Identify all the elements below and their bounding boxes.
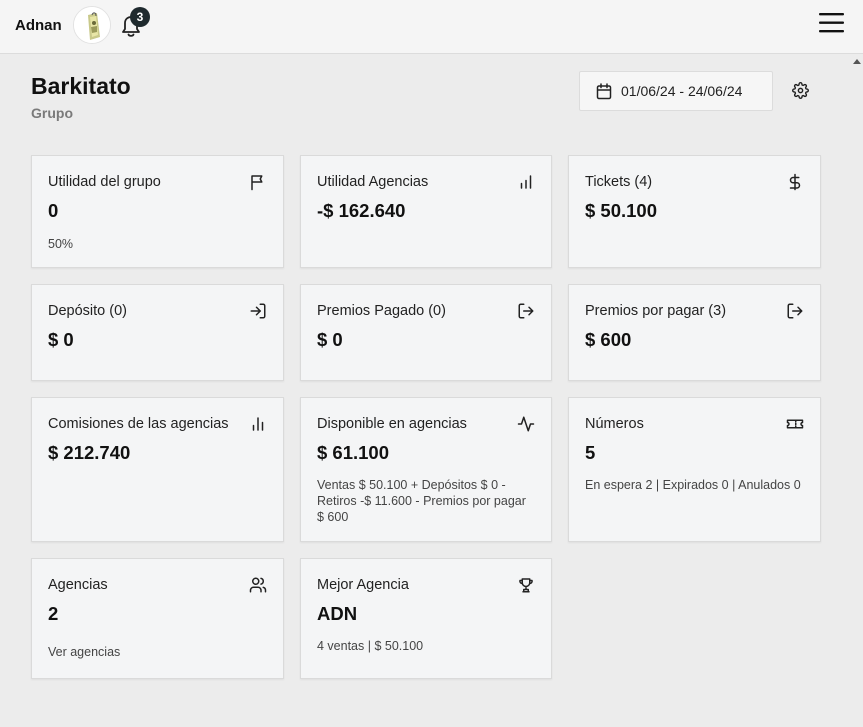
card-title: Números bbox=[585, 416, 644, 432]
card-value: $ 61.100 bbox=[317, 442, 390, 463]
ticket-icon bbox=[786, 415, 804, 433]
card-title: Mejor Agencia bbox=[317, 577, 409, 593]
username: Adnan bbox=[15, 17, 62, 34]
card-utilidad-grupo: Utilidad del grupo 0 50% bbox=[31, 155, 284, 268]
card-note: En espera 2 | Expirados 0 | Anulados 0 bbox=[585, 478, 801, 492]
top-bar: Adnan 3 bbox=[0, 0, 863, 54]
bar-chart-icon bbox=[517, 173, 535, 191]
card-title: Utilidad Agencias bbox=[317, 174, 429, 190]
settings-gear-icon[interactable] bbox=[792, 82, 809, 99]
card-value: $ 0 bbox=[48, 329, 74, 350]
ver-agencias-link[interactable]: Ver agencias bbox=[48, 644, 120, 660]
dollar-icon bbox=[786, 173, 804, 191]
date-range-label: 01/06/24 - 24/06/24 bbox=[621, 83, 743, 99]
card-title: Premios Pagado (0) bbox=[317, 303, 446, 319]
card-value: 5 bbox=[585, 442, 596, 463]
activity-icon bbox=[517, 415, 535, 433]
card-premios-por-pagar: Premios por pagar (3) $ 600 bbox=[568, 284, 821, 381]
notification-count-badge: 3 bbox=[130, 7, 150, 27]
card-value: 2 bbox=[48, 603, 59, 624]
logout-icon bbox=[786, 302, 804, 320]
card-premios-pagado: Premios Pagado (0) $ 0 bbox=[300, 284, 552, 381]
card-disponible: Disponible en agencias $ 61.100 Ventas $… bbox=[300, 397, 552, 542]
flag-icon bbox=[249, 173, 267, 191]
card-value: ADN bbox=[317, 603, 358, 624]
card-utilidad-agencias: Utilidad Agencias -$ 162.640 bbox=[300, 155, 552, 268]
card-value: $ 212.740 bbox=[48, 442, 131, 463]
card-value: -$ 162.640 bbox=[317, 200, 406, 221]
card-note-line: Retiros -$ 11.600 - Premios por pagar bbox=[317, 494, 526, 508]
card-tickets: Tickets (4) $ 50.100 bbox=[568, 155, 821, 268]
hamburger-menu-icon[interactable] bbox=[818, 11, 846, 35]
card-value: $ 0 bbox=[317, 329, 343, 350]
login-icon bbox=[249, 302, 267, 320]
scroll-up-arrow-icon[interactable] bbox=[853, 58, 861, 64]
bar-chart-icon bbox=[249, 415, 267, 433]
avatar[interactable] bbox=[73, 6, 111, 44]
avatar-image bbox=[74, 7, 110, 43]
card-deposito: Depósito (0) $ 0 bbox=[31, 284, 284, 381]
card-comisiones: Comisiones de las agencias $ 212.740 bbox=[31, 397, 284, 542]
users-icon bbox=[249, 576, 267, 594]
card-agencias: Agencias 2 Ver agencias bbox=[31, 558, 284, 679]
card-note: 4 ventas | $ 50.100 bbox=[317, 639, 424, 653]
card-value: 0 bbox=[48, 200, 59, 221]
card-note-line: $ 600 bbox=[317, 510, 349, 524]
page-title: Barkitato bbox=[31, 73, 131, 99]
card-title: Depósito (0) bbox=[48, 303, 127, 319]
trophy-icon bbox=[517, 576, 535, 594]
card-title: Tickets (4) bbox=[585, 174, 653, 190]
card-value: $ 600 bbox=[585, 329, 632, 350]
card-value: $ 50.100 bbox=[585, 200, 658, 221]
card-title: Disponible en agencias bbox=[317, 416, 467, 432]
card-mejor-agencia: Mejor Agencia ADN 4 ventas | $ 50.100 bbox=[300, 558, 552, 679]
card-title: Utilidad del grupo bbox=[48, 174, 161, 190]
page-subtitle: Grupo bbox=[31, 105, 73, 121]
card-note: 50% bbox=[48, 237, 74, 251]
date-range-picker[interactable]: 01/06/24 - 24/06/24 bbox=[579, 71, 773, 111]
card-title: Agencias bbox=[48, 577, 108, 593]
logout-icon bbox=[517, 302, 535, 320]
card-numeros: Números 5 En espera 2 | Expirados 0 | An… bbox=[568, 397, 821, 542]
card-title: Comisiones de las agencias bbox=[48, 416, 229, 432]
card-note-line: Ventas $ 50.100 + Depósitos $ 0 - bbox=[317, 478, 506, 492]
calendar-icon bbox=[596, 83, 612, 100]
card-title: Premios por pagar (3) bbox=[585, 303, 727, 319]
